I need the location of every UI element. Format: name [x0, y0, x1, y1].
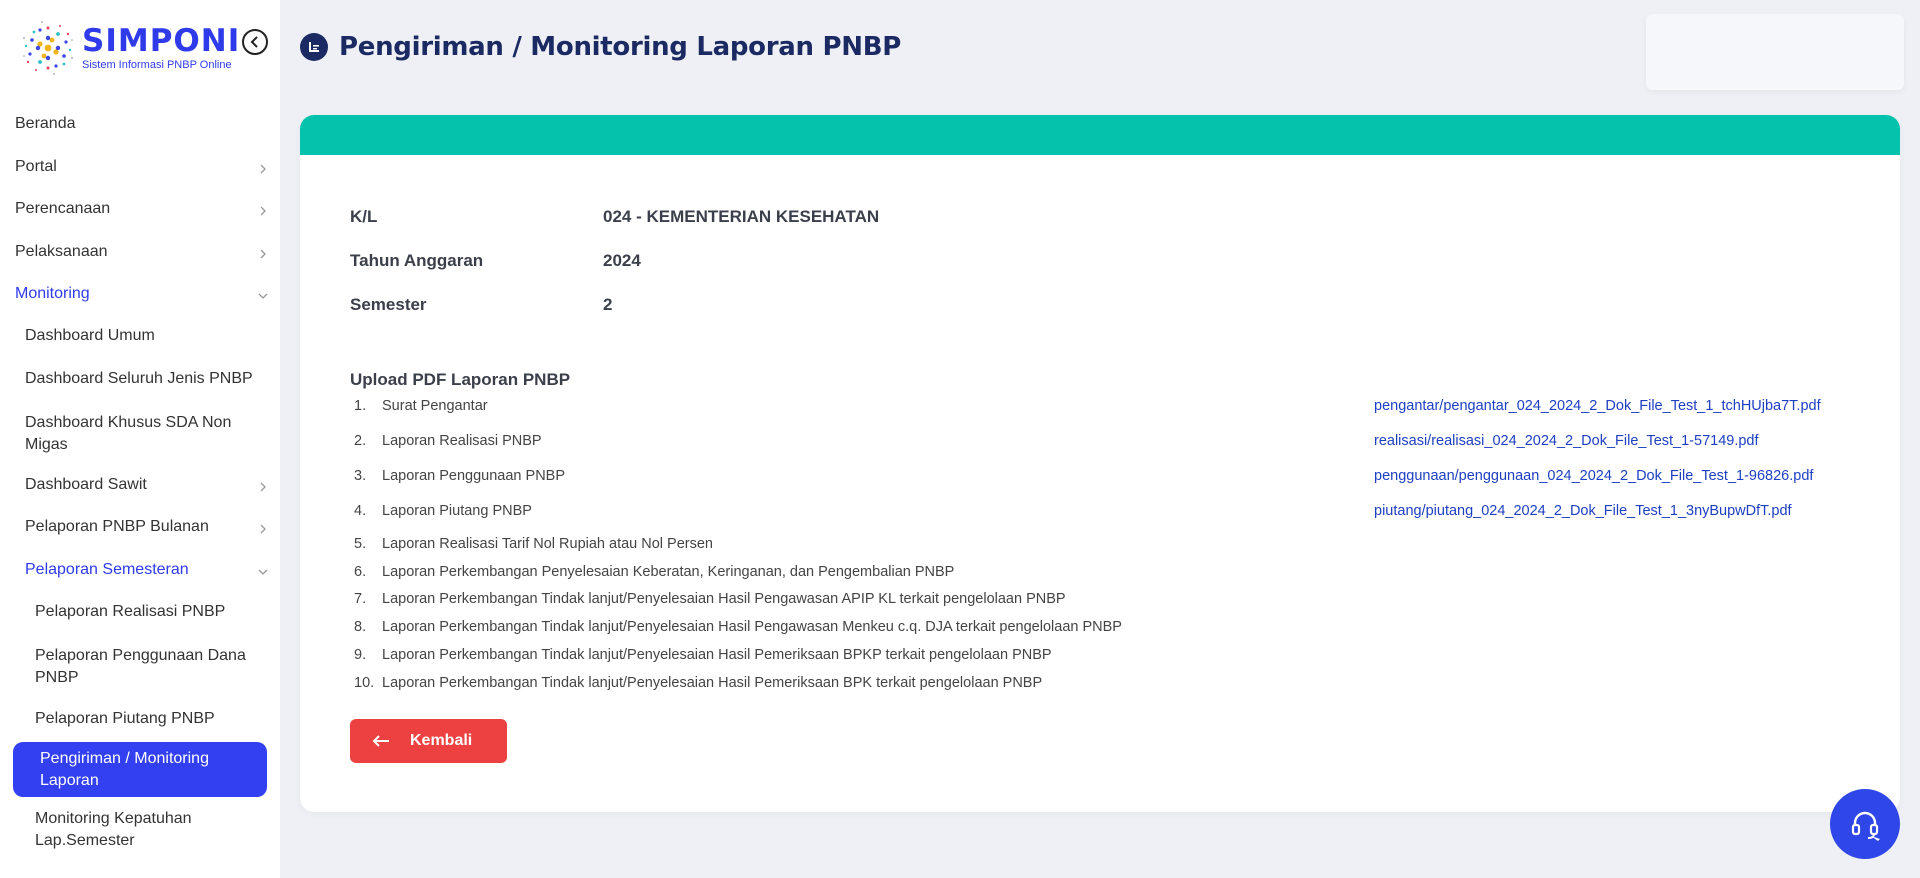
sidebar: SIMPONI Sistem Informasi PNBP Online Ber… [0, 0, 280, 878]
sidebar-item-label: Portal [15, 158, 57, 175]
document-row: 3. Laporan Penggunaan PNBP penggunaan/peng… [350, 468, 1850, 488]
document-row: 9. Laporan Perkembangan Tindak lanjut/Pen… [350, 647, 1850, 665]
sidebar-collapse-button[interactable] [242, 29, 268, 55]
sidebar-item-label: Pelaporan Penggunaan Dana PNBP [35, 647, 246, 686]
document-row: 1. Surat Pengantar pengantar/pengantar_024… [350, 398, 1850, 418]
chevron-right-icon [260, 482, 266, 492]
sidebar-item-dashboard-khusus-sda[interactable]: Dashboard Khusus SDA Non Migas [0, 412, 240, 456]
sidebar-item-label: Dashboard Khusus SDA Non Migas [25, 414, 232, 453]
semester-label: Semester [350, 295, 427, 314]
sidebar-item-label: Pengiriman / Monitoring Laporan [40, 750, 209, 789]
chevron-right-icon [260, 524, 266, 534]
sidebar-item-label: Dashboard Seluruh Jenis PNBP [25, 370, 253, 387]
brand-logo[interactable]: SIMPONI Sistem Informasi PNBP Online [18, 18, 240, 78]
sidebar-item-label: Dashboard Umum [25, 327, 155, 344]
sidebar-item-pengiriman-monitoring[interactable]: Pengiriman / Monitoring Laporan [13, 742, 267, 797]
sidebar-item-label: Perencanaan [15, 200, 111, 217]
sidebar-item-pelaksanaan[interactable]: Pelaksanaan [0, 243, 280, 265]
document-number: 3. [354, 468, 367, 484]
report-icon [300, 33, 328, 61]
upload-section-title: Upload PDF Laporan PNBP [350, 370, 571, 389]
document-file-link[interactable]: realisasi/realisasi_024_2024_2_Dok_File_… [1374, 433, 1759, 449]
sidebar-item-pelaporan-semesteran[interactable]: Pelaporan Semesteran [0, 561, 280, 583]
document-number: 2. [354, 433, 367, 449]
chevron-right-icon [260, 164, 266, 174]
sidebar-item-label: Monitoring Kepatuhan Lap.Semester [35, 810, 192, 849]
document-number: 6. [354, 564, 367, 580]
chevron-down-icon [258, 293, 268, 299]
chevron-left-icon [250, 36, 258, 48]
kl-label: K/L [350, 207, 378, 226]
sidebar-item-pelaporan-bulanan[interactable]: Pelaporan PNBP Bulanan [0, 518, 280, 540]
document-number: 5. [354, 536, 367, 552]
back-button[interactable]: Kembali [350, 719, 507, 763]
sidebar-item-dashboard-sawit[interactable]: Dashboard Sawit [0, 476, 280, 498]
brand-title: SIMPONI [82, 23, 241, 59]
sidebar-item-label: Dashboard Sawit [25, 476, 147, 493]
sidebar-item-label: Beranda [15, 115, 76, 132]
sidebar-item-monitoring[interactable]: Monitoring [0, 285, 280, 307]
document-row: 4. Laporan Piutang PNBP piutang/piutang_02… [350, 503, 1850, 523]
document-row: 8. Laporan Perkembangan Tindak lanjut/Pen… [350, 619, 1850, 637]
tahun-label: Tahun Anggaran [350, 251, 484, 270]
chevron-down-icon [258, 569, 268, 575]
sidebar-item-label: Monitoring [15, 285, 90, 302]
sidebar-item-label: Pelaporan Piutang PNBP [35, 710, 215, 727]
headset-icon [1851, 811, 1880, 841]
tahun-value: 2024 [603, 251, 641, 270]
semester-value: 2 [603, 295, 613, 314]
document-number: 1. [354, 398, 367, 414]
sidebar-item-pelaporan-realisasi[interactable]: Pelaporan Realisasi PNBP [0, 603, 280, 625]
document-file-link[interactable]: penggunaan/penggunaan_024_2024_2_Dok_Fil… [1374, 468, 1813, 484]
brand-subtitle: Sistem Informasi PNBP Online [82, 59, 232, 71]
document-number: 4. [354, 503, 367, 519]
sidebar-item-pelaporan-piutang[interactable]: Pelaporan Piutang PNBP [0, 710, 280, 732]
document-number: 10. [354, 675, 375, 691]
document-name: Laporan Perkembangan Penyelesaian Kebera… [382, 564, 955, 580]
arrow-left-icon [372, 735, 389, 747]
document-row: 7. Laporan Perkembangan Tindak lanjut/Pen… [350, 591, 1850, 609]
document-file-link[interactable]: pengantar/pengantar_024_2024_2_Dok_File_… [1374, 398, 1821, 414]
sidebar-item-perencanaan[interactable]: Perencanaan [0, 200, 280, 222]
chevron-right-icon [260, 206, 266, 216]
document-name: Laporan Perkembangan Tindak lanjut/Penye… [382, 647, 1052, 663]
document-name: Laporan Realisasi PNBP [382, 433, 542, 449]
document-name: Laporan Perkembangan Tindak lanjut/Penye… [382, 591, 1066, 607]
document-name: Surat Pengantar [382, 398, 488, 414]
page-header: Pengiriman / Monitoring Laporan PNBP [300, 32, 901, 62]
document-row: 2. Laporan Realisasi PNBP realisasi/realis… [350, 433, 1850, 453]
sidebar-item-label: Pelaporan PNBP Bulanan [25, 518, 209, 535]
help-support-button[interactable] [1830, 789, 1900, 859]
sidebar-item-monitoring-kepatuhan[interactable]: Monitoring Kepatuhan Lap.Semester [0, 808, 240, 852]
card-header-band [300, 115, 1900, 155]
sidebar-item-label: Pelaksanaan [15, 243, 108, 260]
document-name: Laporan Penggunaan PNBP [382, 468, 566, 484]
document-number: 7. [354, 591, 367, 607]
sidebar-item-label: Pelaporan Realisasi PNBP [35, 603, 226, 620]
document-number: 8. [354, 619, 367, 635]
kl-value: 024 - KEMENTERIAN KESEHATAN [603, 207, 880, 226]
document-name: Laporan Perkembangan Tindak lanjut/Penye… [382, 619, 1122, 635]
document-number: 9. [354, 647, 367, 663]
page-title: Pengiriman / Monitoring Laporan PNBP [339, 32, 901, 62]
chevron-right-icon [260, 249, 266, 259]
document-name: Laporan Piutang PNBP [382, 503, 532, 519]
simponi-logo-icon [23, 21, 73, 75]
sidebar-item-label: Pelaporan Semesteran [25, 561, 189, 578]
document-row: 10. Laporan Perkembangan Tindak lanjut/Pe… [350, 675, 1850, 693]
sidebar-item-pelaporan-penggunaan-dana[interactable]: Pelaporan Penggunaan Dana PNBP [0, 645, 250, 689]
report-card: K/L 024 - KEMENTERIAN KESEHATAN Tahun An… [300, 115, 1900, 812]
document-name: Laporan Perkembangan Tindak lanjut/Penye… [382, 675, 1043, 691]
document-name: Laporan Realisasi Tarif Nol Rupiah atau … [382, 536, 714, 552]
sidebar-item-dashboard-umum[interactable]: Dashboard Umum [0, 327, 280, 349]
sidebar-item-portal[interactable]: Portal [0, 158, 280, 180]
document-file-link[interactable]: piutang/piutang_024_2024_2_Dok_File_Test… [1374, 503, 1792, 519]
user-panel [1646, 14, 1904, 90]
document-row: 5. Laporan Realisasi Tarif Nol Rupiah ata… [350, 536, 1850, 554]
document-row: 6. Laporan Perkembangan Penyelesaian Kebe… [350, 564, 1850, 582]
sidebar-item-dashboard-seluruh-jenis[interactable]: Dashboard Seluruh Jenis PNBP [0, 370, 280, 392]
back-button-label: Kembali [410, 732, 473, 749]
sidebar-item-beranda[interactable]: Beranda [0, 115, 280, 137]
